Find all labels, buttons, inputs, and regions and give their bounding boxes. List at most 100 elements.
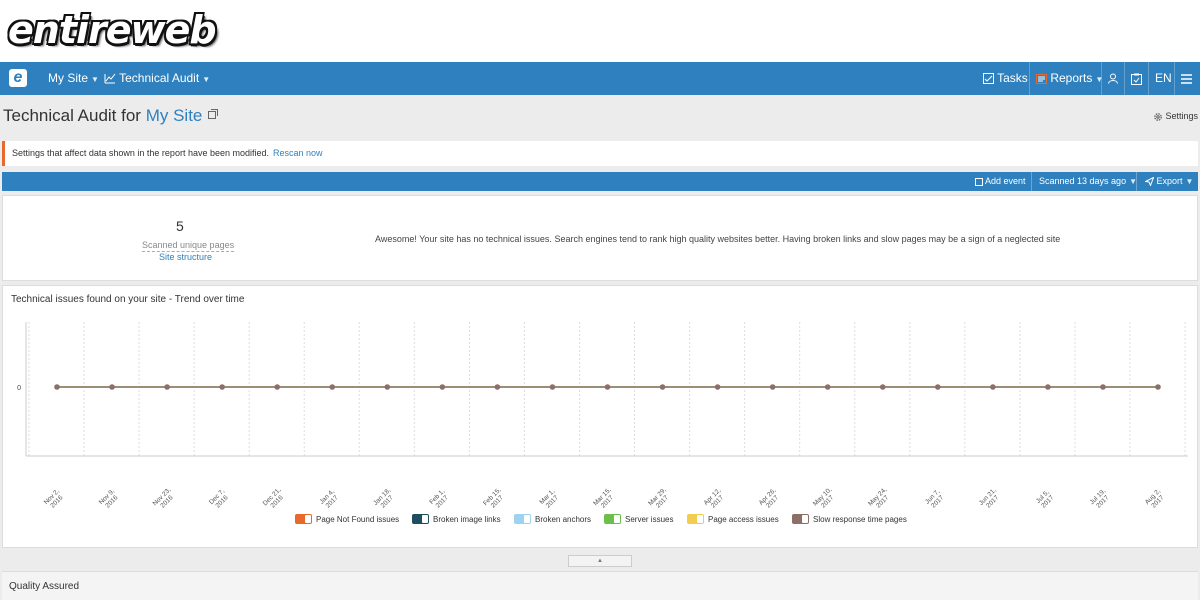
- legend-item[interactable]: Server issues: [604, 514, 673, 524]
- svg-text:Mar 15,2017: Mar 15,2017: [592, 487, 618, 513]
- x-tick-label: Feb 15,2017: [482, 487, 508, 513]
- data-point: [824, 384, 831, 390]
- add-event-label: Add event: [985, 176, 1026, 186]
- data-point: [494, 384, 501, 390]
- chevron-down-icon: ▼: [1185, 177, 1194, 186]
- svg-text:Dec 21,2016: Dec 21,2016: [262, 486, 288, 512]
- page-title: Technical Audit for My Site: [3, 106, 219, 126]
- tasks-icon: [983, 73, 994, 85]
- chevron-down-icon: ▼: [1095, 75, 1104, 84]
- site-name-link[interactable]: My Site: [146, 106, 203, 125]
- page-header: Technical Audit for My Site Settings: [0, 95, 1200, 140]
- data-point: [714, 384, 721, 390]
- send-icon: [1145, 177, 1154, 187]
- audit-menu[interactable]: Technical Audit ▼: [104, 62, 210, 95]
- legend-label: Server issues: [625, 514, 674, 524]
- svg-text:Jun 21,2017: Jun 21,2017: [978, 487, 1003, 512]
- app-logo-icon[interactable]: e: [9, 69, 27, 87]
- data-point: [219, 384, 225, 390]
- external-link-icon[interactable]: [208, 109, 219, 119]
- svg-text:Jul 19,2017: Jul 19,2017: [1089, 488, 1113, 512]
- y-tick-label: 0: [17, 385, 21, 392]
- legend-label: Page Not Found issues: [316, 514, 400, 524]
- user-icon: [1108, 73, 1118, 84]
- quality-assured-section: Quality Assured: [2, 571, 1198, 600]
- calendar-icon: [975, 177, 983, 186]
- x-tick-label: Feb 1,2017: [428, 488, 450, 510]
- x-tick-label: May 24,2017: [867, 486, 893, 512]
- data-point: [1100, 384, 1106, 390]
- clipboard-icon: [1131, 73, 1142, 85]
- svg-text:Jan 4,2017: Jan 4,2017: [318, 488, 341, 511]
- audit-chart-icon: [104, 74, 116, 84]
- legend-swatch: [514, 514, 531, 524]
- svg-text:Apr 12,2017: Apr 12,2017: [703, 487, 728, 512]
- x-tick-label: Nov 2,2016: [43, 488, 66, 511]
- data-point: [439, 384, 446, 390]
- data-point: [164, 384, 170, 390]
- svg-text:Nov 2,2016: Nov 2,2016: [43, 488, 66, 511]
- rescan-now-link[interactable]: Rescan now: [273, 148, 323, 158]
- data-point: [769, 384, 776, 390]
- x-tick-label: Apr 26,2017: [758, 487, 783, 512]
- add-event-button[interactable]: Add event: [975, 172, 1026, 191]
- x-tick-label: Mar 1,2017: [538, 488, 560, 510]
- svg-text:Feb 15,2017: Feb 15,2017: [482, 487, 508, 513]
- x-tick-label: Dec 21,2016: [262, 486, 288, 512]
- toolbar-divider: [1136, 172, 1137, 191]
- scan-date-dropdown[interactable]: Scanned 13 days ago ▼: [1039, 172, 1137, 191]
- legend-item[interactable]: Broken image links: [412, 514, 501, 524]
- top-navbar: e My Site ▼ Technical Audit ▼ Tasks Report…: [0, 62, 1200, 95]
- x-tick-label: Jan 18,2017: [372, 487, 397, 512]
- legend-item[interactable]: Page access issues: [687, 514, 779, 524]
- data-point: [384, 384, 391, 390]
- nav-divider: [1029, 62, 1030, 95]
- reports-menu[interactable]: Reports ▼: [1036, 62, 1103, 95]
- language-selector[interactable]: EN: [1155, 62, 1172, 95]
- data-point: [935, 384, 941, 390]
- tasks-button[interactable]: Tasks: [983, 62, 1028, 95]
- x-tick-label: Mar 15,2017: [592, 487, 618, 513]
- entireweb-logo[interactable]: entireweb: [8, 8, 217, 52]
- svg-text:May 10,2017: May 10,2017: [812, 486, 838, 512]
- scanned-pages-count: 5: [176, 218, 184, 234]
- svg-text:Aug 2,2017: Aug 2,2017: [1144, 488, 1167, 511]
- svg-text:May 24,2017: May 24,2017: [867, 486, 893, 512]
- svg-text:Jul 5,2017: Jul 5,2017: [1035, 489, 1056, 510]
- settings-changed-alert: Settings that affect data shown in the r…: [2, 141, 1198, 166]
- legend-swatch: [412, 514, 429, 524]
- account-button[interactable]: [1108, 62, 1120, 95]
- audit-menu-label: Technical Audit: [119, 71, 200, 85]
- legend-swatch: [792, 514, 809, 524]
- hamburger-icon: [1181, 74, 1192, 84]
- clipboard-button[interactable]: [1131, 62, 1142, 95]
- site-menu[interactable]: My Site ▼: [48, 62, 99, 95]
- nav-divider: [1101, 62, 1102, 95]
- collapse-toggle[interactable]: ▲: [568, 555, 632, 567]
- brand-bar: entireweb: [0, 0, 1200, 62]
- legend-item[interactable]: Slow response time pages: [792, 514, 907, 524]
- site-structure-link[interactable]: Site structure: [159, 252, 212, 262]
- svg-text:Jun 7,2017: Jun 7,2017: [924, 488, 947, 511]
- svg-text:Apr 26,2017: Apr 26,2017: [758, 487, 783, 512]
- svg-text:Nov 23,2016: Nov 23,2016: [152, 486, 178, 512]
- chevron-down-icon: ▼: [202, 75, 211, 84]
- data-point: [329, 384, 336, 390]
- main-menu-button[interactable]: [1181, 62, 1192, 95]
- chevron-up-icon: ▲: [597, 558, 603, 564]
- summary-message: Awesome! Your site has no technical issu…: [375, 234, 1061, 244]
- export-dropdown[interactable]: Export ▼: [1145, 172, 1193, 191]
- settings-button[interactable]: Settings: [1153, 111, 1198, 122]
- reports-icon: [1036, 74, 1047, 85]
- x-tick-label: Jul 19,2017: [1089, 488, 1113, 512]
- legend-item[interactable]: Broken anchors: [514, 514, 591, 524]
- nav-divider: [1148, 62, 1149, 95]
- legend-swatch: [604, 514, 621, 524]
- data-point: [879, 384, 886, 390]
- legend-item[interactable]: Page Not Found issues: [295, 514, 399, 524]
- tasks-label: Tasks: [997, 71, 1028, 85]
- reports-label: Reports: [1050, 71, 1093, 85]
- scan-date-label: Scanned 13 days ago: [1039, 176, 1127, 186]
- legend-label: Page access issues: [708, 514, 779, 524]
- svg-text:Jan 18,2017: Jan 18,2017: [372, 487, 397, 512]
